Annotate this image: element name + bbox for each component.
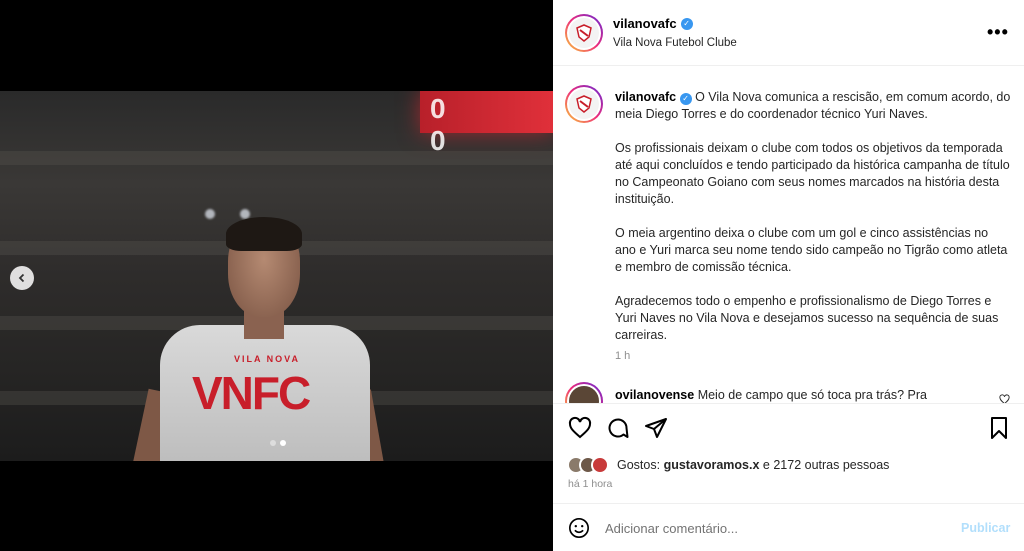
likes-user[interactable]: gustavoramos.x [664,458,760,472]
likes-suffix[interactable]: e 2172 outras pessoas [763,458,889,472]
comment-avatar[interactable] [565,382,603,403]
comments-section[interactable]: vilanovafc ✓ O Vila Nova comunica a resc… [553,67,1024,403]
header-subtitle: Vila Nova Futebol Clube [613,37,737,49]
bookmark-icon [991,417,1007,439]
like-button[interactable] [568,416,592,440]
more-horizontal-icon: ••• [987,22,1009,42]
post-media: 0 0 VILA NOVA VNFC [0,0,553,551]
carousel-prev-button[interactable] [10,266,34,290]
likes-text: Gostos: gustavoramos.x e 2172 outras pes… [617,458,889,472]
shirt-top-text: VILA NOVA [234,354,301,364]
caption-avatar[interactable] [565,85,603,123]
likes-summary[interactable]: Gostos: gustavoramos.x e 2172 outras pes… [567,456,889,474]
player-hair [226,217,302,251]
comment-button[interactable] [606,416,630,440]
verified-badge-icon: ✓ [679,93,692,105]
club-logo-icon [569,89,599,119]
post-actions: Gostos: gustavoramos.x e 2172 outras pes… [553,403,1024,503]
post-header: vilanovafc ✓ Vila Nova Futebol Clube ••• [553,0,1024,66]
liker-avatar [591,456,609,474]
post-panel: vilanovafc ✓ Vila Nova Futebol Clube •••… [553,0,1024,551]
comment-like-button[interactable] [999,394,1010,403]
stadium-light [205,209,215,219]
club-logo-icon [569,18,599,48]
share-button[interactable] [644,416,668,440]
username-text[interactable]: vilanovafc [613,16,677,31]
save-button[interactable] [987,416,1011,440]
share-icon [645,418,667,438]
caption-timestamp[interactable]: 1 h [615,350,630,362]
likes-prefix: Gostos: [617,458,661,472]
header-username[interactable]: vilanovafc ✓ [613,16,693,31]
stadium-scoreboard: 0 0 [420,91,553,156]
carousel-dot-active [280,440,286,446]
caption-paragraph: Os profissionais deixam o clube com todo… [615,141,1010,206]
post-timestamp[interactable]: há 1 hora [568,478,612,490]
emoji-icon [569,518,589,538]
shirt-logo-text: VNFC [192,367,311,419]
emoji-button[interactable] [568,517,590,539]
carousel-dots [270,440,286,446]
comment-composer: Publicar [553,503,1024,551]
player-figure: VILA NOVA VNFC [132,217,385,461]
caption-paragraph: Agradecemos todo o empenho e profissiona… [615,294,999,342]
heart-icon [568,416,592,439]
post-caption: vilanovafc ✓ O Vila Nova comunica a resc… [615,89,1011,361]
caption-paragraph: O meia argentino deixa o clube com um go… [615,226,1008,274]
more-options-button[interactable]: ••• [987,22,1009,43]
avatar[interactable] [565,14,603,52]
comment-username[interactable]: ovilanovense [615,388,694,402]
scoreboard-text: 0 0 [430,93,476,156]
post-photo[interactable]: 0 0 VILA NOVA VNFC [0,91,553,461]
verified-badge-icon: ✓ [680,17,693,30]
carousel-dot [270,440,276,446]
comment-item: ovilanovense Meio de campo que só toca p… [615,388,927,402]
chevron-left-icon [18,273,25,283]
comment-text: Meio de campo que só toca pra trás? Pra [697,388,927,402]
comment-input[interactable] [605,516,935,540]
publish-button[interactable]: Publicar [961,521,1010,535]
comment-icon [608,418,629,438]
heart-icon [999,394,1010,403]
caption-username[interactable]: vilanovafc [615,90,676,104]
